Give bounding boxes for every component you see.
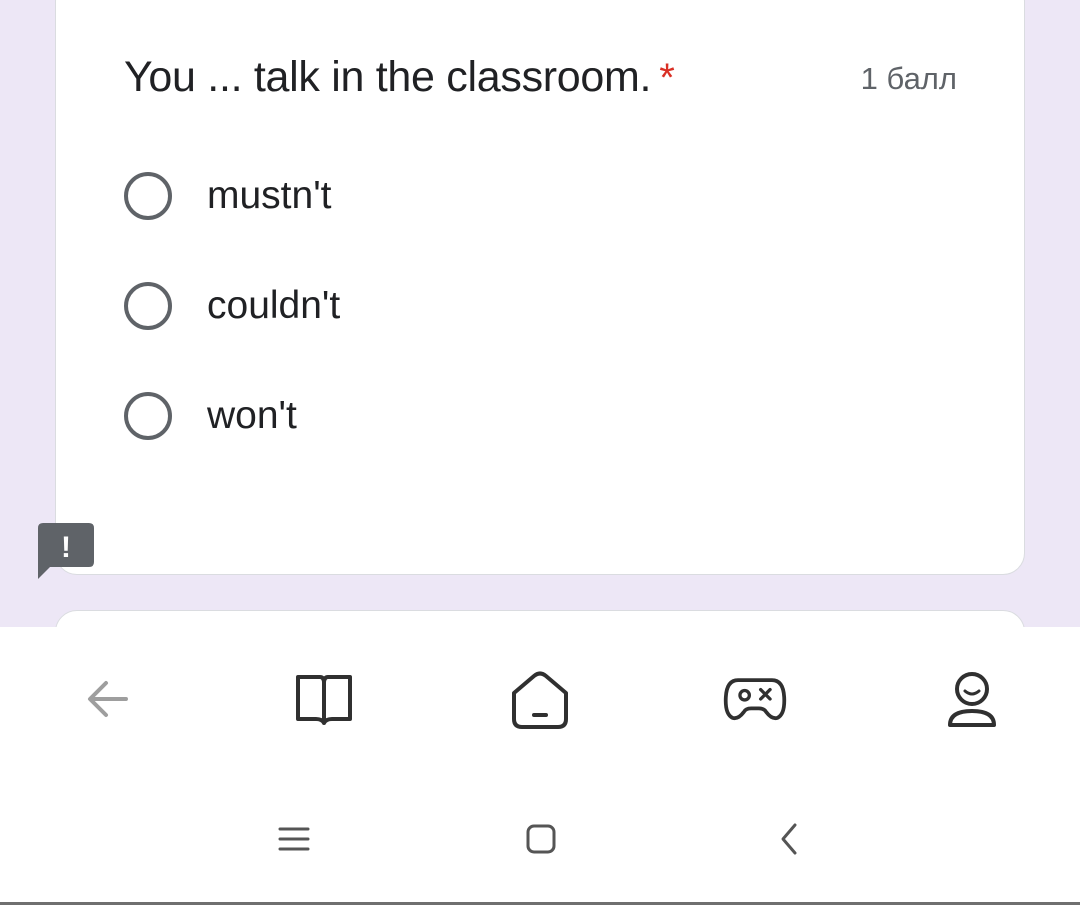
nav-home-button[interactable] [508,667,572,731]
question-card: You ... talk in the classroom. * 1 балл m… [55,0,1025,575]
square-icon [526,824,556,854]
system-back-button[interactable] [768,817,812,861]
option-label: mustn't [207,174,332,217]
option-label: won't [207,394,297,437]
nav-back-button[interactable] [76,667,140,731]
next-question-card [55,610,1025,627]
system-recents-button[interactable] [272,817,316,861]
system-navigation-bar [0,767,1080,905]
option-wont[interactable]: won't [124,388,297,444]
arrow-left-icon [88,681,128,717]
radio-button[interactable] [124,282,172,330]
radio-button[interactable] [124,172,172,220]
option-mustnt[interactable]: mustn't [124,168,331,224]
exclamation-icon: ! [38,523,94,579]
nav-games-button[interactable] [723,667,787,731]
nav-library-button[interactable] [292,667,356,731]
question-title: You ... talk in the classroom. * [124,53,675,102]
question-text: You ... talk in the classroom. [124,53,652,101]
gamepad-icon [723,678,787,721]
home-icon [512,671,568,729]
option-couldnt[interactable]: couldn't [124,278,340,334]
svg-text:!: ! [61,531,71,564]
question-points: 1 балл [860,61,957,96]
user-icon [948,672,996,727]
form-background: You ... talk in the classroom. * 1 балл m… [0,0,1080,627]
report-problem-button[interactable]: ! [38,523,94,579]
radio-button[interactable] [124,392,172,440]
system-home-button[interactable] [519,817,563,861]
open-book-icon [296,675,352,725]
option-label: couldn't [207,284,341,327]
menu-icon [278,827,310,851]
chevron-left-icon [781,823,797,855]
app-bottom-navigation [0,627,1080,767]
required-asterisk: * [659,56,675,100]
nav-profile-button[interactable] [940,667,1004,731]
